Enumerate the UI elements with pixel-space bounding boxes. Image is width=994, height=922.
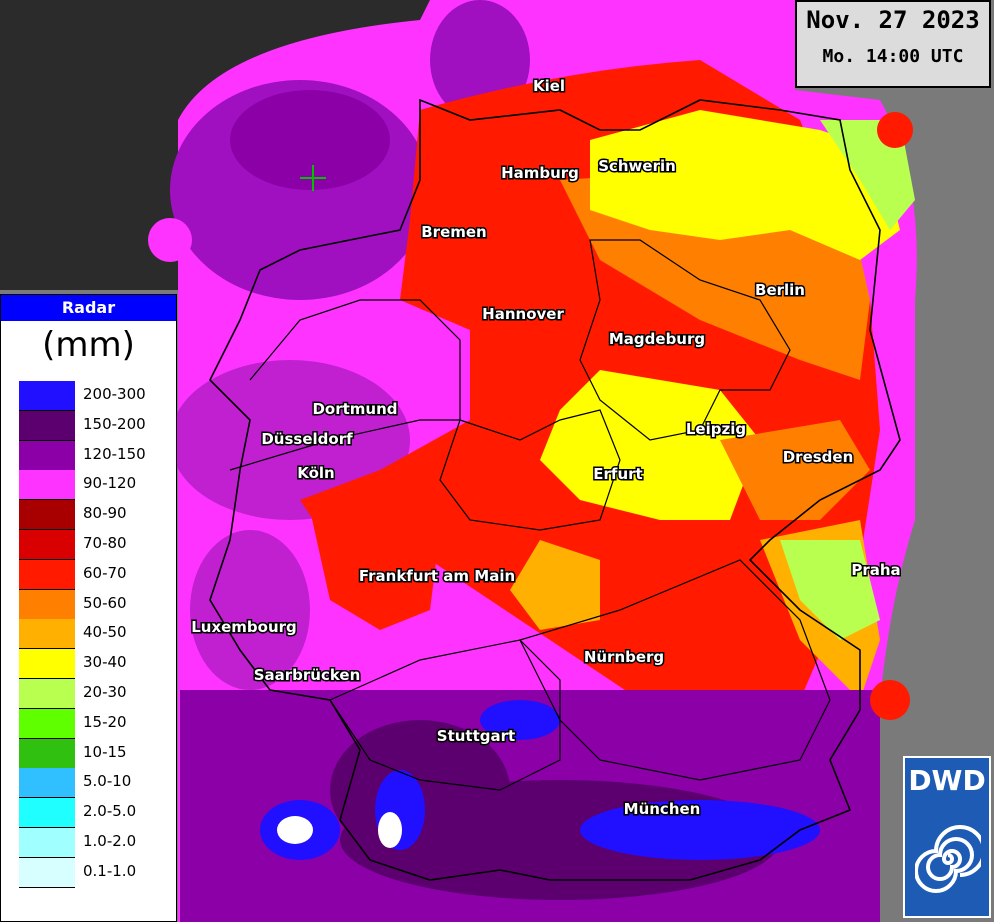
city-label-hamburg: Hamburg [501,164,579,182]
legend-swatch [19,530,75,560]
legend-label: 120-150 [83,444,146,463]
legend-unit: (mm) [42,325,135,365]
city-label-praha: Praha [851,561,900,579]
city-label-duesseldorf: Düsseldorf [261,430,353,448]
legend-swatch [19,381,75,411]
legend-swatch [19,619,75,650]
legend-swatch [19,470,75,501]
dwd-logo: DWD [903,756,991,918]
city-label-muenchen: München [624,800,701,818]
city-label-nuernberg: Nürnberg [584,648,664,666]
city-label-schwerin: Schwerin [598,157,676,175]
city-label-bremen: Bremen [421,223,487,241]
legend-swatch [19,500,75,531]
legend-label: 60-70 [83,563,127,582]
legend-swatch [19,828,75,858]
legend-swatch [19,589,75,620]
time-label: Mo. 14:00 UTC [822,46,964,67]
legend-label: 90-120 [83,474,137,493]
spiral-icon [915,825,981,893]
legend-swatch [19,798,75,829]
legend-label: 200-300 [83,385,146,403]
legend-swatch [19,738,75,769]
legend-swatch [19,679,75,709]
city-label-kiel: Kiel [533,77,565,95]
legend-label: 80-90 [83,504,127,523]
legend-swatch [19,857,75,888]
city-label-saarbruecken: Saarbrücken [254,666,361,684]
legend-swatch [19,559,75,590]
city-label-luxembourg: Luxembourg [191,618,297,636]
dwd-logo-text: DWD [908,764,986,797]
legend-label: 40-50 [83,623,127,642]
legend-label: 1.0-2.0 [83,832,137,850]
city-label-dortmund: Dortmund [312,400,397,418]
city-label-berlin: Berlin [755,281,805,299]
radar-map-view: Kiel Hamburg Schwerin Bremen Berlin Hann… [0,0,994,922]
legend-panel: Radar (mm) 200-300 150-200 120-150 90-120 80… [0,294,177,922]
legend-label: 50-60 [83,593,127,612]
legend-swatch [19,768,75,799]
legend-swatch [19,649,75,680]
city-label-leipzig: Leipzig [686,420,746,438]
legend-label: 70-80 [83,534,127,552]
city-label-dresden: Dresden [783,448,854,466]
legend-label: 10-15 [83,742,127,761]
city-label-stuttgart: Stuttgart [437,727,515,745]
city-label-erfurt: Erfurt [593,465,642,483]
legend-label: 5.0-10 [83,772,132,791]
date-label: Nov. 27 2023 [806,6,980,34]
legend-label: 150-200 [83,414,146,433]
legend-label: 2.0-5.0 [83,802,137,821]
legend-title: Radar [1,295,176,321]
city-label-hannover: Hannover [482,305,564,323]
legend-swatch [19,410,75,441]
legend-label: 30-40 [83,653,127,672]
legend-label: 15-20 [83,712,127,731]
legend-label: 20-30 [83,683,127,701]
legend-swatch [19,440,75,471]
legend-swatch [19,708,75,739]
city-label-koeln: Köln [297,464,335,482]
legend-label: 0.1-1.0 [83,861,137,880]
city-label-frankfurt: Frankfurt am Main [359,567,515,585]
city-label-magdeburg: Magdeburg [609,330,705,348]
timestamp-box: Nov. 27 2023 Mo. 14:00 UTC [795,0,991,88]
